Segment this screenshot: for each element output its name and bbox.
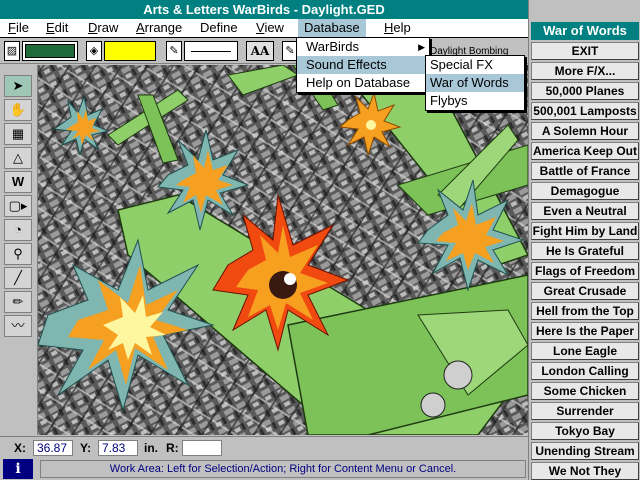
sound-button[interactable]: A Solemn Hour — [531, 122, 639, 140]
text-w-icon[interactable]: W — [4, 171, 32, 193]
zoom-icon[interactable]: ⚲ — [4, 243, 32, 265]
menu-help[interactable]: Help — [378, 19, 417, 37]
grid-color-icon[interactable]: ▦ — [4, 123, 32, 145]
menu-label: dit — [54, 20, 69, 35]
line-weight-sample — [191, 51, 231, 52]
fill-color-fill — [105, 42, 155, 60]
line-weight-box[interactable] — [184, 41, 238, 61]
drawing-canvas[interactable] — [38, 65, 528, 435]
clipart-scene — [38, 65, 528, 435]
mnemonic: D — [88, 20, 98, 35]
menu-label: Define — [200, 20, 238, 35]
menu-item-sound-effects[interactable]: Sound Effects — [297, 56, 429, 74]
r-value — [182, 440, 222, 456]
rotate-icon[interactable]: ◔ — [4, 219, 32, 241]
y-value: 7.83 — [98, 440, 138, 456]
menu-item-special-fx[interactable]: Special FX — [426, 56, 524, 74]
sound-button[interactable]: Fight Him by Land — [531, 222, 639, 240]
menu-arrange[interactable]: Arrange — [130, 19, 188, 37]
menu-item-flybys[interactable]: Flybys — [426, 92, 524, 110]
sound-button[interactable]: Some Chicken — [531, 382, 639, 400]
sound-button[interactable]: Great Crusade — [531, 282, 639, 300]
sound-button[interactable]: 500,001 Lamposts — [531, 102, 639, 120]
x-value: 36.87 — [33, 440, 73, 456]
sound-effects-submenu: Special FX War of Words Flybys — [425, 55, 525, 111]
window-title: Arts & Letters WarBirds - Daylight.GED — [0, 0, 528, 19]
sound-button[interactable]: Flags of Freedom — [531, 262, 639, 280]
menu-label: rrange — [144, 20, 183, 35]
fill-color-swatch[interactable] — [104, 41, 156, 61]
r-label: R: — [166, 441, 179, 455]
menu-file[interactable]: File — [2, 19, 35, 37]
menu-label: elp — [393, 20, 411, 35]
menu-define[interactable]: Define — [194, 19, 244, 37]
unit-label: in. — [144, 441, 158, 455]
coordinate-bar: X: 36.87 Y: 7.83 in. R: — [0, 436, 528, 458]
menu-label: Database — [304, 20, 360, 35]
sound-button[interactable]: Even a Neutral — [531, 202, 639, 220]
panel-top — [529, 0, 640, 20]
sound-button[interactable]: Lone Eagle — [531, 342, 639, 360]
panel-title: War of Words — [531, 22, 639, 40]
sound-button[interactable]: London Calling — [531, 362, 639, 380]
menu-label: raw — [97, 20, 119, 35]
shapes-icon[interactable]: △ — [4, 147, 32, 169]
menu-edit[interactable]: Edit — [40, 19, 74, 37]
sound-button[interactable]: Unending Stream — [531, 442, 639, 460]
line-style-icon[interactable]: ▨ — [4, 41, 20, 61]
sound-button[interactable]: EXIT — [531, 42, 639, 60]
submenu-arrow-icon: ▶ — [418, 42, 425, 52]
mnemonic: H — [384, 20, 394, 35]
sound-button[interactable]: Hell from the Top — [531, 302, 639, 320]
import-icon[interactable]: ▢▸ — [4, 195, 32, 217]
status-text: Work Area: Left for Selection/Action; Ri… — [40, 460, 526, 478]
sound-button[interactable]: Demagogue — [531, 182, 639, 200]
menu-label: ile — [15, 20, 29, 35]
line-tool-icon[interactable]: ╱ — [4, 267, 32, 289]
sound-button[interactable]: Tokyo Bay — [531, 422, 639, 440]
sound-button[interactable]: Battle of France — [531, 162, 639, 180]
x-label: X: — [14, 441, 26, 455]
menu-label: iew — [264, 20, 284, 35]
sound-button[interactable]: Here Is the Paper — [531, 322, 639, 340]
sound-button[interactable]: He Is Grateful — [531, 242, 639, 260]
mnemonic: E — [46, 20, 55, 35]
menu-draw[interactable]: Draw — [82, 19, 124, 37]
sound-button[interactable]: We Not They — [531, 462, 639, 480]
menu-bar: File Edit Draw Arrange Define View Datab… — [0, 19, 528, 38]
app-window: Arts & Letters WarBirds - Daylight.GED F… — [0, 0, 640, 480]
menu-view[interactable]: View — [250, 19, 290, 37]
menu-database[interactable]: Database — [298, 19, 366, 37]
sound-button[interactable]: 50,000 Planes — [531, 82, 639, 100]
line-color-swatch[interactable] — [22, 41, 78, 61]
mnemonic: A — [136, 20, 145, 35]
sound-button[interactable]: Surrender — [531, 402, 639, 420]
database-menu: WarBirds ▶ Sound Effects Help on Database — [296, 37, 430, 93]
sound-effects-panel: War of Words EXIT More F/X... 50,000 Plane… — [528, 0, 640, 480]
menu-item-label: Help on Database — [306, 75, 411, 90]
menu-item-warbirds[interactable]: WarBirds ▶ — [297, 38, 429, 56]
line-color-fill — [25, 44, 75, 58]
info-icon[interactable]: i — [3, 459, 33, 479]
select-arrow-icon[interactable]: ➤ — [4, 75, 32, 97]
fill-style-icon[interactable]: ◈ — [86, 41, 102, 61]
menu-item-label: WarBirds — [306, 39, 359, 54]
menu-item-help-database[interactable]: Help on Database — [297, 74, 429, 92]
y-label: Y: — [80, 441, 92, 455]
pen-icon[interactable]: ✎ — [166, 41, 182, 61]
mnemonic: F — [8, 20, 16, 35]
pencil-icon[interactable]: ✏ — [4, 291, 32, 313]
tool-palette: ➤ ✋ ▦ △ W ▢▸ ◔ ⚲ ╱ ✏ 〰 — [0, 65, 38, 435]
freehand-icon[interactable]: 〰 — [4, 315, 32, 337]
sound-button[interactable]: America Keep Out — [531, 142, 639, 160]
hand-icon[interactable]: ✋ — [4, 99, 32, 121]
status-bar: i Work Area: Left for Selection/Action; … — [0, 458, 528, 480]
text-style-button[interactable]: AA — [246, 41, 274, 61]
menu-item-war-of-words[interactable]: War of Words — [426, 74, 524, 92]
sound-button[interactable]: More F/X... — [531, 62, 639, 80]
menu-item-label: Sound Effects — [306, 57, 387, 72]
